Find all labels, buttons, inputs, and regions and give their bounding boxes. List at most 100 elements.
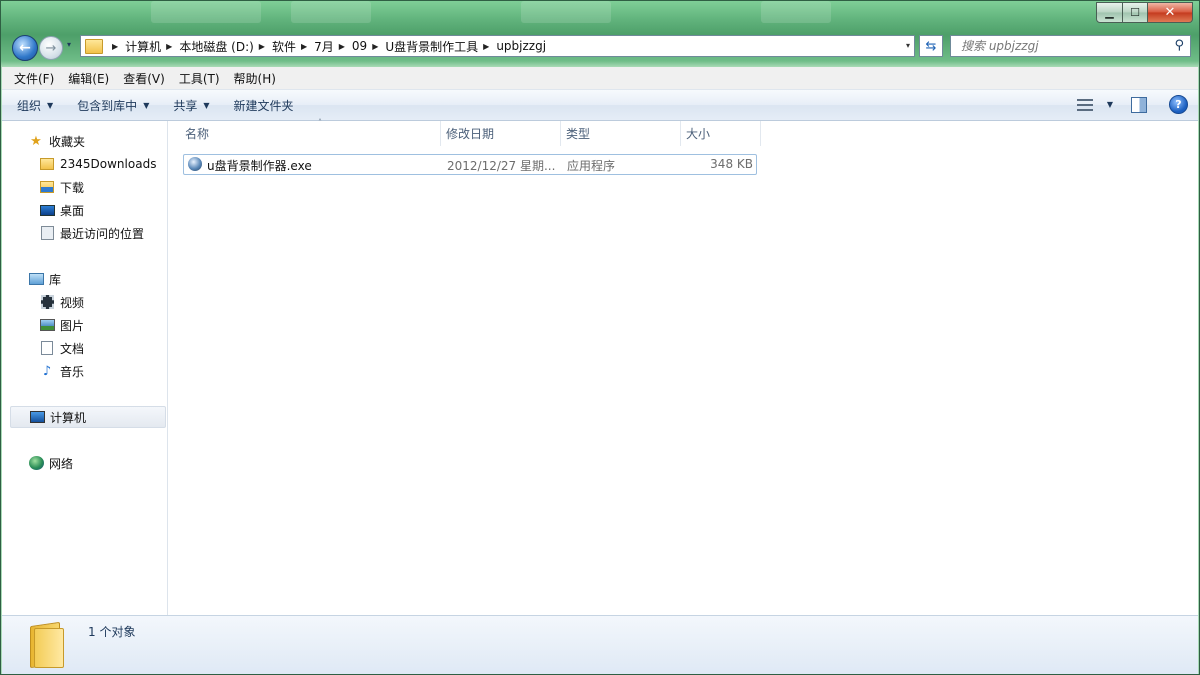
sidebar-item-pictures[interactable]: 图片: [39, 314, 84, 336]
column-header-label: 大小: [686, 127, 711, 141]
menu-tools[interactable]: 工具(T): [174, 70, 225, 87]
title-glass-highlight: [291, 1, 371, 23]
dropdown-arrow-icon: ▼: [143, 100, 150, 110]
breadcrumb-chevron-icon[interactable]: ▶: [259, 42, 265, 51]
breadcrumb-chevron-icon[interactable]: ▶: [372, 42, 378, 51]
address-bar[interactable]: ▶ 计算机 ▶ 本地磁盘 (D:) ▶ 软件 ▶ 7月 ▶ 09 ▶ U盘背景制…: [80, 35, 915, 57]
file-list-view[interactable]: 名称 ˄ 修改日期 类型 大小 u盘背景制作器.exe 2012/12/27 星…: [168, 118, 1198, 615]
sidebar-item-documents[interactable]: 文档: [39, 337, 84, 359]
sidebar-item-2345downloads[interactable]: 2345Downloads: [39, 153, 156, 175]
breadcrumb-chevron-icon[interactable]: ▶: [112, 42, 118, 51]
title-glass-highlight: [521, 1, 611, 23]
new-folder-button[interactable]: 新建文件夹: [225, 97, 303, 114]
sidebar-item-label: 网络: [49, 456, 74, 471]
sidebar-item-computer[interactable]: 计算机: [10, 406, 166, 428]
forward-button[interactable]: →: [39, 36, 63, 60]
sidebar-item-label: 视频: [60, 295, 85, 310]
maximize-button[interactable]: ☐: [1123, 2, 1148, 23]
star-icon: ★: [30, 133, 42, 149]
change-view-icon[interactable]: [1076, 98, 1093, 111]
file-date: 2012/12/27 星期...: [447, 159, 556, 173]
menu-help[interactable]: 帮助(H): [229, 70, 281, 87]
details-pane: 1 个对象: [2, 615, 1198, 674]
view-options-dropdown[interactable]: ▼: [1107, 100, 1113, 109]
breadcrumb-item[interactable]: 7月: [314, 38, 334, 55]
organize-label: 组织: [17, 98, 42, 113]
forward-arrow-icon: →: [45, 40, 57, 56]
include-in-library-button[interactable]: 包含到库中 ▼: [68, 97, 158, 114]
preview-pane-icon[interactable]: [1131, 96, 1147, 113]
file-type: 应用程序: [567, 159, 616, 173]
search-icon[interactable]: ⚲: [1174, 38, 1184, 53]
exe-globe-icon: [188, 157, 202, 171]
refresh-icon: ⇆: [925, 38, 937, 54]
sort-ascending-icon: ˄: [318, 118, 322, 127]
sidebar-item-label: 音乐: [60, 364, 85, 379]
network-icon: [28, 456, 44, 470]
breadcrumb-chevron-icon[interactable]: ▶: [339, 42, 345, 51]
column-header-label: 名称: [185, 127, 210, 141]
desktop-icon: [39, 204, 55, 216]
file-name[interactable]: u盘背景制作器.exe: [207, 157, 312, 174]
column-header-name[interactable]: 名称 ˄: [180, 118, 441, 146]
include-in-library-label: 包含到库中: [77, 98, 138, 113]
table-row[interactable]: u盘背景制作器.exe 2012/12/27 星期... 应用程序 348 KB: [183, 154, 757, 175]
breadcrumb-chevron-icon[interactable]: ▶: [483, 42, 489, 51]
breadcrumb-chevron-icon[interactable]: ▶: [301, 42, 307, 51]
file-size: 348 KB: [710, 157, 753, 171]
column-header-type[interactable]: 类型: [561, 121, 681, 146]
sidebar-item-downloads[interactable]: 下载: [39, 176, 84, 198]
folder-icon: [85, 38, 103, 54]
command-bar: 组织 ▼ 包含到库中 ▼ 共享 ▼ 新建文件夹 ▼ ?: [2, 90, 1198, 121]
sidebar-item-music[interactable]: ♪ 音乐: [39, 360, 84, 382]
breadcrumb-item[interactable]: 本地磁盘 (D:): [179, 38, 253, 55]
minimize-button[interactable]: ▁: [1096, 2, 1123, 23]
library-icon: [28, 273, 44, 285]
video-icon: [40, 295, 54, 309]
breadcrumb-item[interactable]: U盘背景制作工具: [385, 38, 478, 55]
breadcrumb-item[interactable]: upbjzzgj: [496, 39, 546, 53]
sidebar-item-label: 文档: [60, 341, 85, 356]
sidebar-item-videos[interactable]: 视频: [39, 291, 84, 313]
breadcrumb-chevron-icon[interactable]: ▶: [166, 42, 172, 51]
column-header-size[interactable]: 大小: [681, 121, 761, 146]
sidebar-item-network[interactable]: 网络: [28, 452, 73, 474]
breadcrumb-item[interactable]: 09: [352, 39, 367, 53]
search-input[interactable]: [959, 38, 1173, 54]
title-glass-highlight: [151, 1, 261, 23]
sidebar-item-label: 下载: [60, 180, 85, 195]
menu-edit[interactable]: 编辑(E): [63, 70, 114, 87]
sidebar-item-desktop[interactable]: 桌面: [39, 199, 84, 221]
refresh-button[interactable]: ⇆: [919, 35, 943, 57]
sidebar-item-label: 收藏夹: [49, 134, 86, 149]
column-header-date[interactable]: 修改日期: [441, 121, 561, 146]
recent-pages-dropdown[interactable]: ▾: [67, 40, 71, 49]
share-button[interactable]: 共享 ▼: [164, 97, 218, 114]
back-button[interactable]: ←: [12, 35, 38, 61]
music-icon: ♪: [42, 363, 52, 379]
navigation-pane: ★ 收藏夹 2345Downloads 下载 桌面 最近访问的位置 库 视频 图片…: [2, 121, 168, 615]
title-bar[interactable]: ▁ ☐ ✕: [1, 1, 1199, 31]
address-history-dropdown[interactable]: ▾: [906, 41, 910, 50]
menu-view[interactable]: 查看(V): [118, 70, 170, 87]
help-icon[interactable]: ?: [1169, 95, 1188, 114]
sidebar-item-recent-places[interactable]: 最近访问的位置: [39, 222, 144, 244]
close-button[interactable]: ✕: [1148, 2, 1193, 23]
sidebar-item-label: 计算机: [50, 410, 87, 425]
menu-file[interactable]: 文件(F): [9, 70, 59, 87]
organize-button[interactable]: 组织 ▼: [8, 97, 62, 114]
title-glass-highlight: [761, 1, 831, 23]
computer-icon: [29, 411, 45, 423]
sidebar-item-label: 图片: [60, 318, 85, 333]
breadcrumb-item[interactable]: 计算机: [125, 38, 161, 55]
breadcrumb-item[interactable]: 软件: [272, 38, 296, 55]
sidebar-item-favorites[interactable]: ★ 收藏夹: [28, 130, 85, 152]
back-arrow-icon: ←: [19, 40, 31, 56]
downloads-folder-icon: [40, 181, 54, 193]
share-label: 共享: [173, 98, 198, 113]
sidebar-item-libraries[interactable]: 库: [28, 268, 61, 290]
dropdown-arrow-icon: ▼: [47, 100, 54, 110]
search-box[interactable]: ⚲: [950, 35, 1191, 57]
sidebar-item-label: 库: [49, 272, 62, 287]
folder-icon: [40, 158, 54, 170]
